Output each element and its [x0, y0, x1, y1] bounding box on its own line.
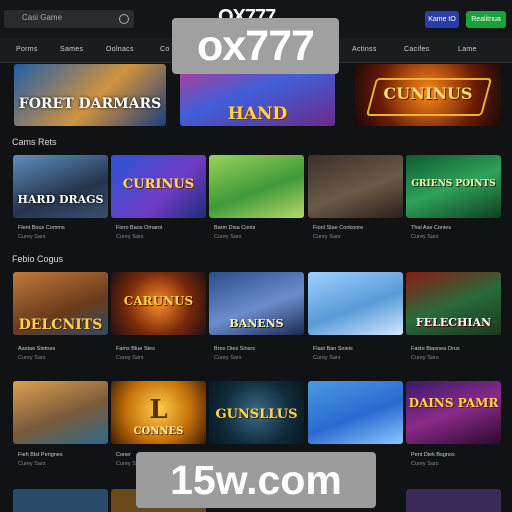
game-sub: Curey Sars [18, 461, 46, 467]
game-art-title: GUNSLLUS [215, 407, 298, 422]
game-caption: Aastae Stetnes Curey Sars [18, 345, 108, 363]
game-sub: Curey Sars [411, 234, 439, 240]
game-name[interactable]: Fams Blue Stes [116, 345, 206, 354]
game-name[interactable]: Thal Ase Conies [411, 224, 501, 233]
game-name[interactable]: Fiero Baos Omaroi [116, 224, 206, 233]
game-art-title: BANENS [229, 317, 284, 330]
game-art-title: CARUNUS [123, 294, 194, 308]
game-art-title: GRIENS POINTS [411, 179, 496, 189]
coin-letter-icon: L [149, 395, 168, 425]
game-caption: Flent Bous Comms Curey Sars [18, 224, 108, 242]
game-card-partial[interactable] [13, 489, 108, 512]
game-sub: Curey Sars [18, 355, 46, 361]
game-caption: Fiero Baos Omaroi Curey Sars [116, 224, 206, 242]
nav-item[interactable]: Cacifes [404, 46, 429, 53]
game-art-title: HARD DRAGS [17, 193, 104, 206]
nav-item[interactable]: Sames [60, 46, 83, 53]
watermark-bottom-text: 15w.com [170, 457, 342, 503]
game-card[interactable] [308, 381, 403, 444]
search-placeholder: Casi Game [22, 13, 63, 22]
game-sub: Curey Sars [214, 355, 242, 361]
game-card[interactable]: CURINUS [111, 155, 206, 218]
game-name[interactable]: Fieh Blst Perignes [18, 451, 108, 460]
game-sub: Curey Sars [411, 461, 439, 467]
game-caption: Thal Ase Conies Curey Sars [411, 224, 501, 242]
game-card[interactable]: FELECHIAN [406, 272, 501, 335]
nav-item[interactable]: Porms [16, 46, 38, 53]
game-card[interactable] [308, 272, 403, 335]
game-card[interactable]: L CONNES [111, 381, 206, 444]
game-caption: Fionl Stae Conkoore Curey Sars [313, 224, 403, 242]
game-caption: Fams Blue Stes Curey Sars [116, 345, 206, 363]
game-caption: Flast Ban Soieis Curey Sars [313, 345, 403, 363]
search-icon [119, 14, 129, 24]
game-card[interactable] [13, 381, 108, 444]
nav-item[interactable]: Actinss [352, 46, 377, 53]
game-card[interactable] [308, 155, 403, 218]
banner-slide[interactable]: CUNINUS [355, 64, 501, 126]
game-caption: Fieh Blst Perignes Curey Sars [18, 451, 108, 469]
game-sub: Curey Sars [18, 234, 46, 240]
nav-item[interactable]: Lame [458, 46, 477, 53]
game-art-title: FELECHIAN [415, 316, 492, 329]
game-sub: Curey Sars [411, 355, 439, 361]
game-card[interactable]: CARUNUS [111, 272, 206, 335]
register-button[interactable]: Realitnua [466, 11, 506, 28]
game-name[interactable]: Broo Dies Sinsrs [214, 345, 304, 354]
login-button[interactable]: Kame tO [425, 11, 459, 28]
game-card[interactable] [209, 155, 304, 218]
nav-item[interactable]: Co [160, 46, 170, 53]
nav-item[interactable]: Oolnacs [106, 46, 134, 53]
banner-title: FORET DARMARS [18, 96, 162, 112]
game-card[interactable]: HARD DRAGS [13, 155, 108, 218]
game-card[interactable]: GUNSLLUS [209, 381, 304, 444]
game-name[interactable]: Barm Disa Conis [214, 224, 304, 233]
game-caption: Pent Diek Bsgnos Curey Sars [411, 451, 501, 469]
banner-title: HAND PACTURR [211, 104, 305, 126]
game-caption: Broo Dies Sinsrs Curey Sars [214, 345, 304, 363]
game-name[interactable]: Faste Biasnea Orus [411, 345, 501, 354]
game-card[interactable]: DAINS PAMR [406, 381, 501, 444]
game-name[interactable]: Pent Diek Bsgnos [411, 451, 501, 460]
game-art-title: DELCNITS [18, 317, 103, 333]
game-name[interactable]: Fionl Stae Conkoore [313, 224, 403, 233]
game-sub: Curey Sars [116, 355, 144, 361]
watermark-bottom: 15w.com [136, 452, 376, 508]
game-name[interactable]: Flent Bous Comms [18, 224, 108, 233]
game-card[interactable]: DELCNITS [13, 272, 108, 335]
game-card[interactable]: BANENS [209, 272, 304, 335]
game-sub: Curey Sars [313, 234, 341, 240]
watermark-top: ox777 [172, 18, 339, 74]
banner-slide[interactable]: FORET DARMARS [14, 64, 166, 126]
game-card[interactable]: GRIENS POINTS [406, 155, 501, 218]
banner-title: CUNINUS [383, 84, 473, 103]
section-title: Cams Rets [12, 137, 57, 147]
game-art-title: CURINUS [122, 177, 195, 192]
game-art-title: DAINS PAMR [408, 396, 499, 410]
search-input[interactable]: Casi Game [4, 10, 134, 28]
game-sub: Curey Sars [214, 234, 242, 240]
game-art-title: CONNES [133, 426, 184, 437]
game-name[interactable]: Flast Ban Soieis [313, 345, 403, 354]
game-sub: Curey Sars [116, 234, 144, 240]
game-sub: Curey Sars [313, 355, 341, 361]
section-title: Febio Cogus [12, 254, 64, 264]
game-caption: Barm Disa Conis Curey Sars [214, 224, 304, 242]
game-name[interactable]: Aastae Stetnes [18, 345, 108, 354]
watermark-top-text: ox777 [197, 22, 315, 70]
game-caption: Faste Biasnea Orus Curey Sars [411, 345, 501, 363]
game-card-partial[interactable] [406, 489, 501, 512]
